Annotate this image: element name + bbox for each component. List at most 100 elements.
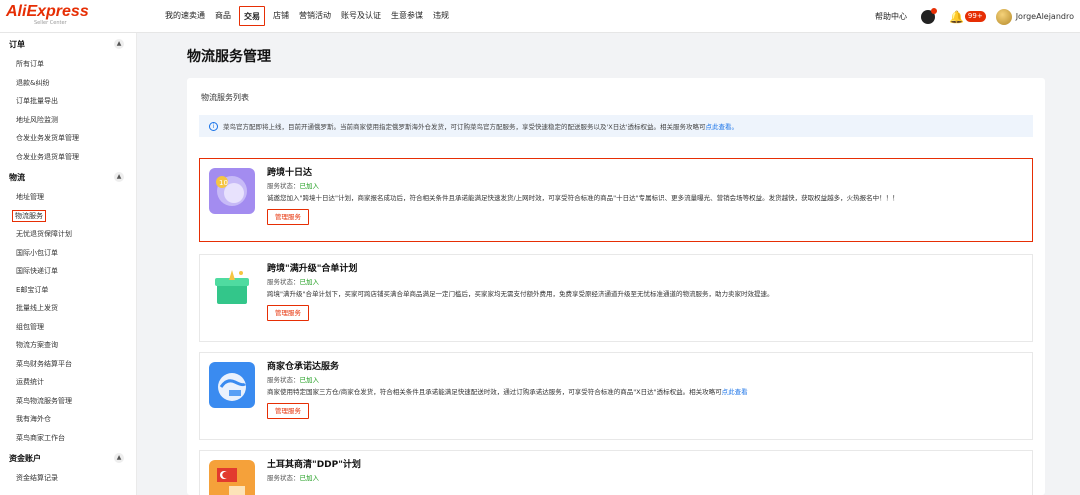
header-right: 帮助中心 🔔 99+ JorgeAlejandro (875, 0, 1080, 33)
collapse-icon[interactable]: ▲ (114, 453, 124, 463)
nav-violations[interactable]: 违规 (428, 6, 454, 26)
sidebar-item[interactable]: 菜鸟财务结算平台 (0, 355, 136, 374)
sidebar-item-label: 批量线上发货 (16, 304, 58, 312)
sidebar-item-logistics-service[interactable]: 物流服务 (0, 207, 136, 226)
manage-service-button[interactable]: 管理服务 (267, 403, 309, 419)
panel-title: 物流服务列表 (201, 93, 249, 102)
service-status: 服务状态：已加入 (267, 276, 1024, 288)
section-title: 资金账户 (9, 453, 41, 463)
status-value: 已加入 (299, 376, 320, 384)
sidebar-item-label: 资金结算记录 (16, 474, 58, 482)
logo-subtext: Seller Center (34, 20, 67, 26)
svg-text:10: 10 (219, 179, 228, 187)
status-value: 已加入 (299, 182, 320, 190)
manage-service-button[interactable]: 管理服务 (267, 305, 309, 321)
service-card: 商家仓承诺达服务 服务状态：已加入 商家使用特定国家三方仓/商家仓发货，符合相关… (199, 352, 1033, 440)
sidebar-section-logistics[interactable]: 物流 ▲ (0, 166, 136, 188)
service-desc-link[interactable]: 点此查看 (722, 388, 748, 396)
sidebar-item-label: 退款&纠纷 (16, 78, 50, 87)
username[interactable]: JorgeAlejandro (1016, 12, 1074, 21)
ten-day-delivery-icon: 10 (209, 168, 255, 214)
nav-products[interactable]: 商品 (210, 6, 236, 26)
sidebar-item[interactable]: 国际小包订单 (0, 244, 136, 263)
sidebar-item[interactable]: 批量线上发货 (0, 299, 136, 318)
sidebar-item[interactable]: 运费统计 (0, 373, 136, 392)
sidebar-item-label: 国际快递订单 (16, 267, 58, 275)
status-value: 已加入 (299, 474, 320, 482)
sidebar-item[interactable]: 国际快递订单 (0, 262, 136, 281)
service-status: 服务状态：已加入 (267, 374, 1024, 386)
sidebar-item[interactable]: 物流方案查询 (0, 336, 136, 355)
sidebar-item[interactable]: 订单批量导出 (0, 92, 136, 111)
service-card: 跨境"满升级"合单计划 服务状态：已加入 跨境"满升级"合单计划下，买家可跨店铺… (199, 254, 1033, 342)
sidebar-item[interactable]: 地址风险监测 (0, 111, 136, 130)
service-list-panel: 物流服务列表 i 菜鸟官方配即将上线，目前开通俄罗斯。当前商家使用指定俄罗斯海外… (187, 78, 1045, 495)
notice-link[interactable]: 点此查看。 (706, 121, 739, 131)
nav-store[interactable]: 店铺 (268, 6, 294, 26)
service-status: 服务状态：已加入 (267, 472, 1024, 484)
service-status: 服务状态：已加入 (267, 180, 1024, 192)
service-card: 10 跨境十日达 服务状态：已加入 诚邀您加入"跨境十日达"计划，商家报名成功后… (199, 158, 1033, 242)
collapse-icon[interactable]: ▲ (114, 172, 124, 182)
service-title: 商家仓承诺达服务 (267, 362, 340, 372)
status-label: 服务状态： (267, 278, 300, 286)
bell-icon[interactable]: 🔔 (949, 10, 964, 24)
service-desc: 跨境"满升级"合单计划下，买家可跨店铺买满合单商品满足一定门槛后，买家家均无需支… (267, 290, 774, 298)
sidebar-item[interactable]: 退款&纠纷 (0, 74, 136, 93)
sidebar-item-label: E邮宝订单 (16, 285, 49, 294)
nav-my-aliexpress[interactable]: 我的速卖通 (160, 6, 210, 26)
turkey-ddp-icon (209, 460, 255, 495)
sidebar-item[interactable]: 资金结算记录 (0, 469, 136, 488)
sidebar-item[interactable]: 地址管理 (0, 188, 136, 207)
collapse-icon[interactable]: ▲ (114, 39, 124, 49)
sidebar-item-label: 菜鸟商家工作台 (16, 433, 65, 442)
status-label: 服务状态： (267, 182, 300, 190)
notice-text: 菜鸟官方配即将上线，目前开通俄罗斯。当前商家使用指定俄罗斯海外仓发货，可订购菜鸟… (223, 123, 706, 131)
sidebar-item-label: 订单批量导出 (16, 97, 58, 105)
nav-account[interactable]: 账号及认证 (336, 6, 386, 26)
service-title: 跨境"满升级"合单计划 (267, 264, 358, 274)
sidebar-item[interactable]: 仓发业务发货单管理 (0, 129, 136, 148)
sidebar-section-orders[interactable]: 订单 ▲ (0, 33, 136, 55)
upgrade-plan-icon (209, 264, 255, 310)
message-icon[interactable] (920, 7, 937, 24)
nav-transactions[interactable]: 交易 (239, 6, 265, 26)
sidebar-item[interactable]: 所有订单 (0, 55, 136, 74)
info-icon: i (209, 121, 218, 131)
status-label: 服务状态： (267, 376, 300, 384)
sidebar: 订单 ▲ 所有订单 退款&纠纷 订单批量导出 地址风险监测 仓发业务发货单管理 … (0, 33, 137, 495)
sidebar-item-label: 地址管理 (16, 193, 44, 201)
sidebar-item[interactable]: 组包管理 (0, 318, 136, 337)
sidebar-item-label: 运费统计 (16, 378, 44, 386)
sidebar-item-label: 物流服务 (12, 209, 46, 222)
sidebar-section-funds[interactable]: 资金账户 ▲ (0, 447, 136, 469)
sidebar-item[interactable]: E邮宝订单 (0, 281, 136, 300)
avatar[interactable] (995, 8, 1012, 25)
status-value: 已加入 (299, 278, 320, 286)
sidebar-item-label: 仓发业务发货单管理 (16, 134, 79, 142)
nav-business-advisor[interactable]: 生意参谋 (386, 6, 428, 26)
nav-marketing[interactable]: 营销活动 (294, 6, 336, 26)
sidebar-item[interactable]: 仓发业务退货单管理 (0, 148, 136, 167)
sidebar-item-label: 菜鸟物流服务管理 (16, 396, 72, 405)
sidebar-item[interactable]: 菜鸟物流服务管理 (0, 392, 136, 411)
sidebar-item-label: 我有海外仓 (16, 415, 51, 423)
help-center-link[interactable]: 帮助中心 (875, 11, 907, 22)
sidebar-item-label: 物流方案查询 (16, 341, 58, 349)
manage-service-button[interactable]: 管理服务 (267, 209, 309, 225)
sidebar-item-label: 仓发业务退货单管理 (16, 152, 79, 161)
warehouse-promise-icon (209, 362, 255, 408)
aliexpress-logo[interactable]: AliExpress Seller Center (6, 3, 89, 28)
sidebar-item-label: 地址风险监测 (16, 115, 58, 124)
notification-badge: 99+ (964, 11, 986, 22)
sidebar-item-label: 所有订单 (16, 60, 44, 68)
service-desc: 商家使用特定国家三方仓/商家仓发货，符合相关条件且承诺能满足快速配送时效，通过订… (267, 386, 1024, 398)
sidebar-item[interactable]: 我有海外仓 (0, 410, 136, 429)
page-title: 物流服务管理 (187, 49, 271, 65)
sidebar-item[interactable]: 无忧退货保障计划 (0, 225, 136, 244)
sidebar-item[interactable]: 菜鸟商家工作台 (0, 429, 136, 448)
sidebar-item-label: 国际小包订单 (16, 248, 58, 257)
service-desc: 诚邀您加入"跨境十日达"计划，商家报名成功后，符合相关条件且承诺能满足快速发货/… (267, 194, 899, 202)
logo-text: AliExpress (6, 3, 89, 20)
sidebar-item-label: 无忧退货保障计划 (16, 230, 72, 238)
